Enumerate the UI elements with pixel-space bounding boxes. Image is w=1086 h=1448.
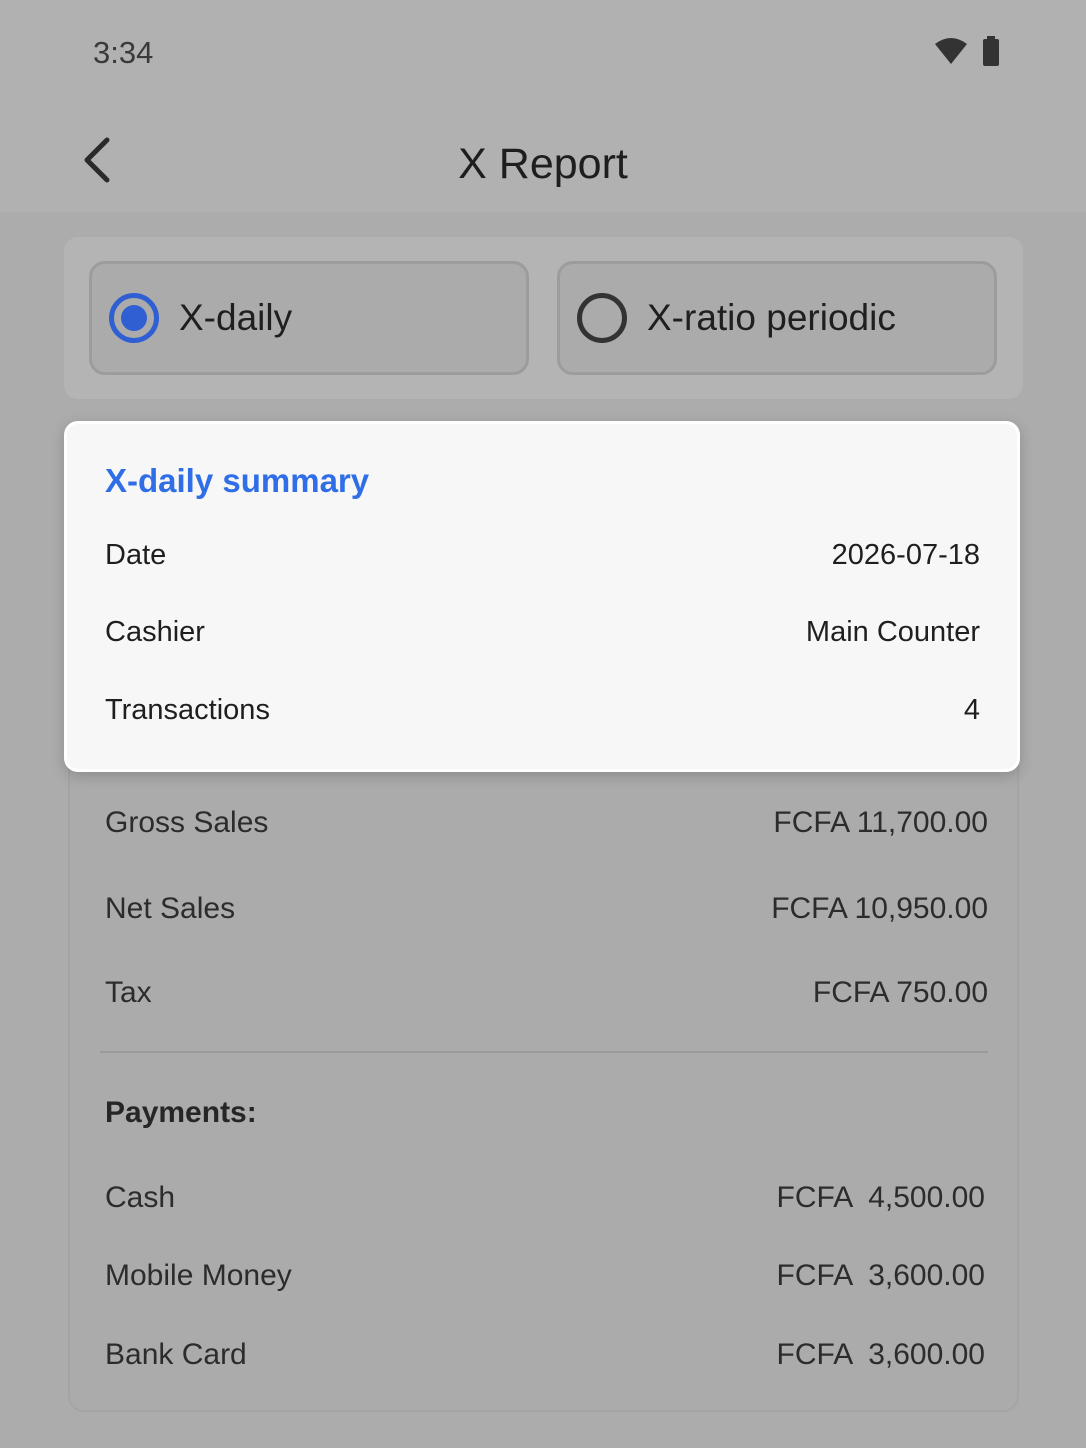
summary-title: X-daily summary (105, 462, 370, 499)
status-bar: 3:34 (0, 0, 1086, 110)
payment-value: FCFA 3,600.00 (776, 1338, 985, 1371)
status-icons (934, 36, 1000, 71)
payment-label: Mobile Money (105, 1259, 292, 1292)
summary-row-cashier: Cashier Main Counter (105, 616, 980, 649)
summary-value: 4 (963, 694, 980, 726)
total-label: Net Sales (105, 892, 236, 925)
payment-label: Cash (105, 1181, 176, 1214)
wifi-icon (934, 37, 968, 70)
payments-title: Payments: (105, 1096, 257, 1129)
summary-value: 2026-07-18 (831, 539, 980, 571)
total-row-net-sales: Net Sales FCFA 10,950.00 (105, 892, 988, 926)
status-time: 3:34 (93, 35, 154, 70)
payment-row-mobile-money: Mobile Money FCFA 3,600.00 (105, 1259, 985, 1293)
page-title: X Report (458, 140, 628, 188)
summary-label: Cashier (105, 616, 205, 648)
radio-unselected-icon[interactable] (577, 293, 627, 343)
battery-icon (982, 36, 1000, 71)
total-value: FCFA 750.00 (812, 976, 988, 1009)
report-type-selector: X-daily X-ratio periodic (64, 237, 1023, 399)
summary-row-date: Date 2026-07-18 (105, 539, 980, 572)
summary-value: Main Counter (805, 616, 980, 648)
payment-row-cash: Cash FCFA 4,500.00 (105, 1181, 985, 1215)
summary-label: Date (105, 539, 167, 571)
payment-row-bank-card: Bank Card FCFA 3,600.00 (105, 1338, 985, 1372)
total-row-gross-sales: Gross Sales FCFA 11,700.00 (105, 806, 988, 840)
summary-label: Transactions (105, 694, 270, 726)
total-label: Gross Sales (105, 806, 269, 839)
app-bar: X Report (0, 110, 1086, 212)
option-x-ratio-periodic[interactable]: X-ratio periodic (557, 261, 997, 375)
option-x-daily[interactable]: X-daily (89, 261, 529, 375)
option-label: X-daily (179, 297, 293, 338)
payment-value: FCFA 4,500.00 (776, 1181, 985, 1214)
divider (100, 1051, 988, 1053)
payment-value: FCFA 3,600.00 (776, 1259, 985, 1292)
total-label: Tax (105, 976, 152, 1009)
summary-card: X-daily summary Date 2026-07-18 Cashier … (64, 421, 1020, 772)
summary-row-transactions: Transactions 4 (105, 694, 980, 727)
payment-label: Bank Card (105, 1338, 247, 1371)
report-details-panel (68, 740, 1019, 1412)
option-label: X-ratio periodic (647, 297, 896, 338)
total-value: FCFA 10,950.00 (771, 892, 988, 925)
total-value: FCFA 11,700.00 (773, 806, 988, 839)
total-row-tax: Tax FCFA 750.00 (105, 976, 988, 1010)
radio-selected-icon[interactable] (109, 293, 159, 343)
